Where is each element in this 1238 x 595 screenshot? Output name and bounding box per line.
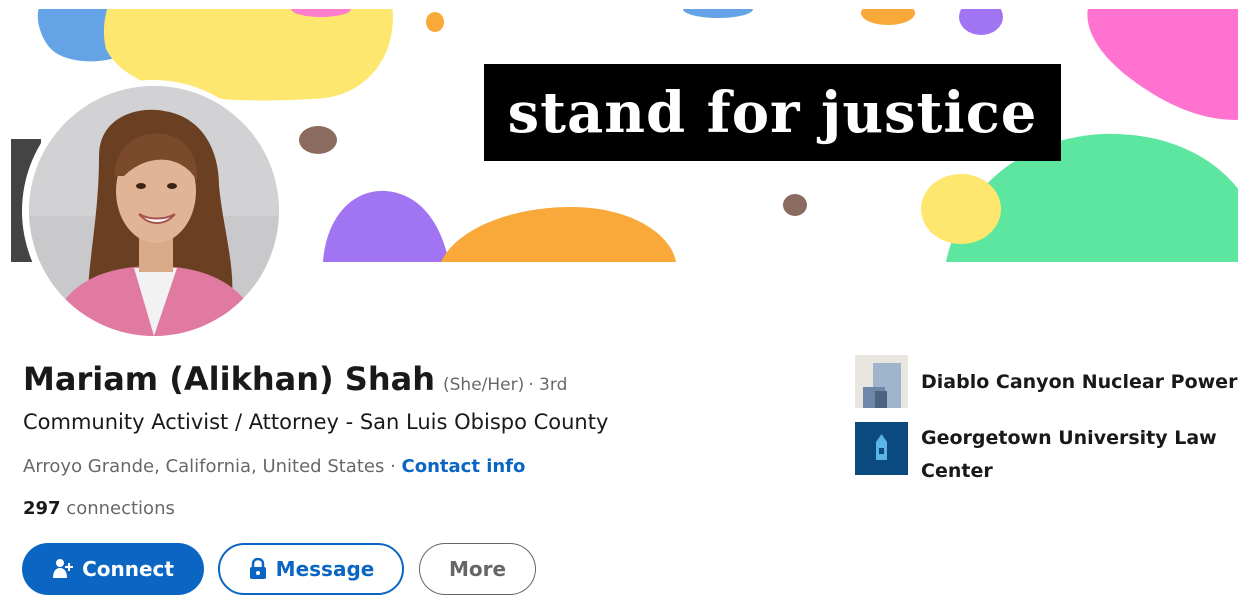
education-school[interactable]: Georgetown University Law Center bbox=[855, 422, 1238, 488]
separator: · bbox=[384, 456, 402, 477]
company-name: Diablo Canyon Nuclear Power bbox=[921, 371, 1238, 393]
pronouns: (She/Her) bbox=[443, 375, 525, 395]
current-company[interactable]: Diablo Canyon Nuclear Power bbox=[855, 355, 1238, 408]
location: Arroyo Grande, California, United States bbox=[23, 456, 385, 477]
connect-label: Connect bbox=[82, 557, 174, 581]
message-label: Message bbox=[275, 557, 375, 581]
profile-name-row: Mariam (Alikhan) Shah (She/Her) · 3rd bbox=[23, 360, 567, 398]
connections-count: 297 bbox=[23, 498, 61, 519]
profile-photo bbox=[29, 86, 279, 336]
more-button[interactable]: More bbox=[419, 543, 536, 595]
school-logo-icon bbox=[855, 422, 908, 475]
message-button[interactable]: Message bbox=[218, 543, 404, 595]
add-person-icon bbox=[53, 559, 74, 578]
more-label: More bbox=[448, 557, 507, 581]
school-name: Georgetown University Law Center bbox=[921, 427, 1217, 482]
profile-name: Mariam (Alikhan) Shah bbox=[23, 360, 435, 398]
connections-label: connections bbox=[60, 498, 175, 519]
connection-degree: · 3rd bbox=[528, 375, 568, 395]
company-logo-icon bbox=[855, 355, 908, 408]
location-row: Arroyo Grande, California, United States… bbox=[23, 456, 525, 477]
avatar[interactable] bbox=[29, 86, 279, 336]
contact-info-link[interactable]: Contact info bbox=[402, 456, 526, 477]
connections-row[interactable]: 297 connections bbox=[23, 498, 175, 519]
lock-icon bbox=[249, 558, 266, 579]
banner-slogan: stand for justice bbox=[484, 64, 1061, 161]
connect-button[interactable]: Connect bbox=[22, 543, 204, 595]
profile-headline: Community Activist / Attorney - San Luis… bbox=[23, 410, 609, 434]
